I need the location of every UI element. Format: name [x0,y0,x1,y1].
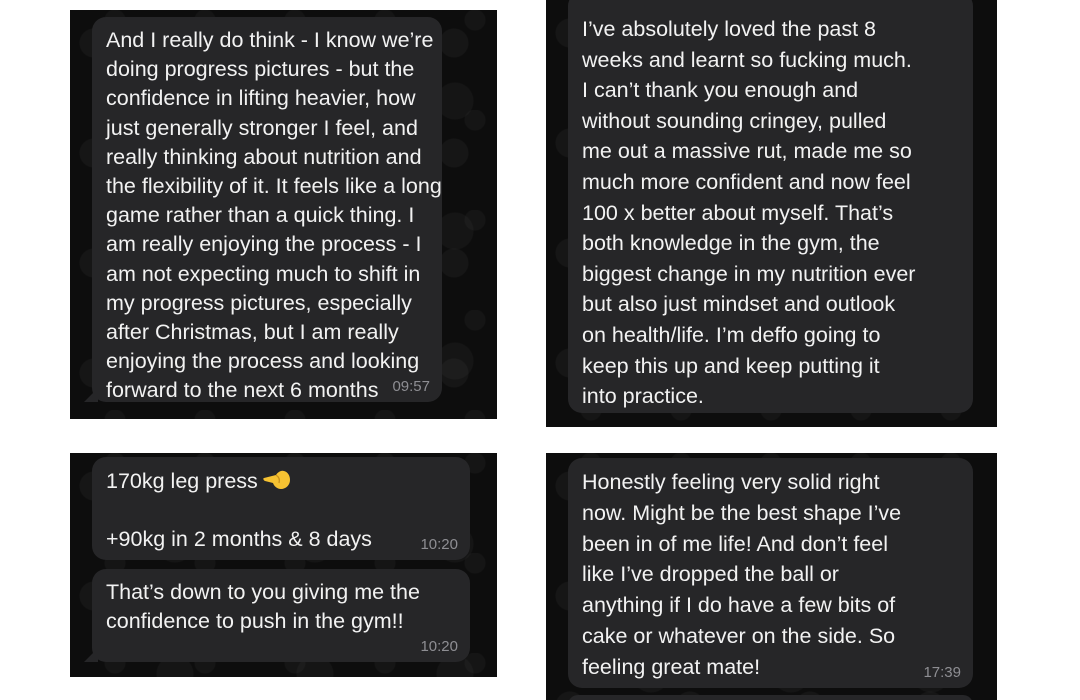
message-bubble[interactable]: I’ve absolutely loved the past 8 weeks a… [568,0,973,413]
chat-screenshot-1: And I really do think - I know we’re doi… [70,10,497,419]
message-bubble[interactable]: 170kg leg press +90kg in 2 months & 8 da… [92,457,470,560]
message-timestamp: 09:57 [392,378,430,395]
message-timestamp: 17:39 [923,664,961,681]
message-bubble[interactable]: And I really do think - I know we’re doi… [84,17,442,403]
chat-screenshot-2: I’ve absolutely loved the past 8 weeks a… [546,0,997,427]
message-line-with-emoji: 170kg leg press [106,466,458,496]
message-line: been in of me life! And don’t feel [582,531,888,556]
next-message-bubble-edge [568,695,973,700]
pointing-left-hand-emoji [263,470,290,489]
message-line: am not expecting much to shift in [106,261,421,286]
message-line: on health/life. I’m deffo going to [582,322,881,347]
message-line: am really enjoying the process - I [106,232,422,257]
message-line: weeks and learnt so fucking much. [582,47,912,72]
message-line: without sounding cringey, pulled [582,108,887,133]
message-line: after Christmas, but I am really [106,320,399,345]
message-line: like I’ve dropped the ball or [582,562,839,587]
message-line: but also just mindset and outlook [582,292,896,317]
message-line: enjoying the process and looking [106,349,420,374]
message-line: the flexibility of it. It feels like a l… [106,174,442,199]
message-timestamp: 10:20 [420,638,458,655]
message-line: my progress pictures, especially [106,290,412,315]
message-line: now. Might be the best shape I’ve [582,500,902,525]
chat-screenshot-3: 170kg leg press +90kg in 2 months & 8 da… [70,453,497,677]
message-line: into practice. [582,384,704,409]
message-line: confidence to push in the gym!! [106,609,404,634]
message-timestamp: 10:20 [420,536,458,553]
message-line: keep this up and keep putting it [582,353,880,378]
message-line: really thinking about nutrition and [106,144,422,169]
message-line: confidence in lifting heavier, how [106,86,416,111]
chat-screenshot-4: Honestly feeling very solid right now. M… [546,453,997,700]
message-line: game rather than a quick thing. I [106,203,415,228]
message-line: just generally stronger I feel, and [106,115,418,140]
message-line: cake or whatever on the side. So [582,623,896,648]
message-line: biggest change in my nutrition ever [582,261,916,286]
message-line [106,496,458,525]
message-bubble[interactable]: That’s down to you giving me the confide… [84,569,470,662]
message-line: That’s down to you giving me the [106,580,420,604]
message-line: feeling great mate! [582,654,761,679]
message-line: Honestly feeling very solid right [582,470,880,494]
message-line: I can’t thank you enough and [582,78,859,103]
message-line: forward to the next 6 months [106,378,379,403]
message-line: +90kg in 2 months & 8 days [106,527,372,552]
message-bubble[interactable]: Honestly feeling very solid right now. M… [568,458,973,688]
message-line: And I really do think - I know we’re [106,28,434,52]
message-line: both knowledge in the gym, the [582,231,880,256]
message-line: 100 x better about myself. That’s [582,200,894,225]
message-line: anything if I do have a few bits of [582,593,896,618]
message-line: me out a massive rut, made me so [582,139,912,164]
message-line: doing progress pictures - but the [106,57,415,82]
message-line: 170kg leg press [106,469,258,493]
message-line: I’ve absolutely loved the past 8 [582,17,877,41]
message-line: much more confident and now feel [582,169,911,194]
